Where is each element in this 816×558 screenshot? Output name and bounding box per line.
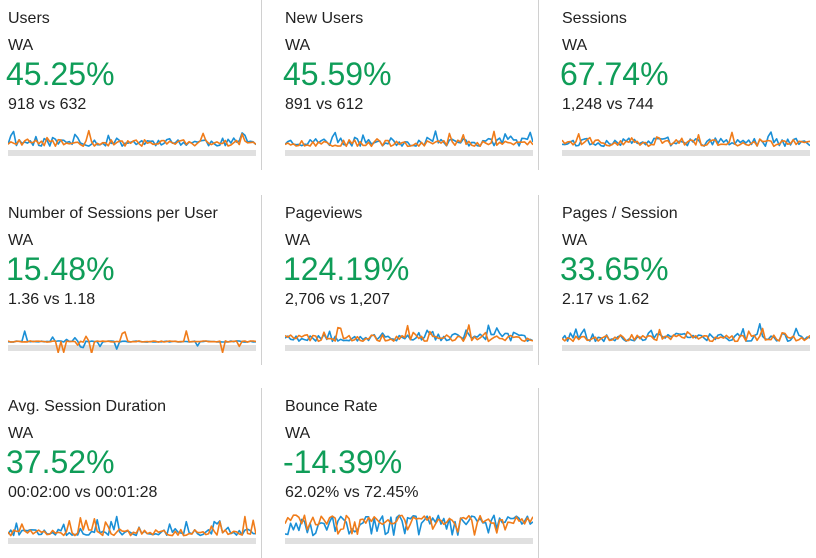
sparkline-baseline [562, 150, 810, 156]
metric-card-pages-per-session[interactable]: Pages / Session WA 33.65% 2.17 vs 1.62 [554, 195, 816, 365]
sparkline [8, 515, 256, 544]
sparkline-series-previous [8, 515, 256, 537]
metric-change: 124.19% [283, 251, 410, 287]
metric-compare: 1,248 vs 744 [562, 96, 654, 113]
sparkline-series-current [562, 323, 810, 343]
metric-segment: WA [8, 232, 34, 249]
metrics-grid: Users WA 45.25% 918 vs 632 New Users WA … [0, 0, 816, 558]
metric-change: 37.52% [6, 444, 115, 480]
sparkline [285, 130, 533, 156]
metric-change: 45.25% [6, 56, 115, 92]
metric-title: Pageviews [285, 205, 363, 222]
metric-compare: 1.36 vs 1.18 [8, 291, 96, 308]
sparkline-baseline [8, 345, 256, 351]
metric-title: Avg. Session Duration [8, 398, 167, 415]
metric-card-users[interactable]: Users WA 45.25% 918 vs 632 [0, 0, 262, 170]
sparkline-baseline [8, 150, 256, 156]
metric-compare: 2,706 vs 1,207 [285, 291, 390, 308]
metric-segment: WA [562, 232, 588, 249]
metric-change: 33.65% [560, 251, 669, 287]
metric-compare: 2.17 vs 1.62 [562, 291, 650, 308]
sparkline [285, 514, 533, 544]
sparkline-baseline [285, 150, 533, 156]
sparkline-series-previous [562, 327, 810, 343]
metric-compare: 918 vs 632 [8, 96, 87, 113]
metric-card-sessions-per-user[interactable]: Number of Sessions per User WA 15.48% 1.… [0, 195, 262, 365]
metric-title: Users [8, 10, 50, 27]
metric-compare: 62.02% vs 72.45% [285, 484, 419, 501]
metric-card-sessions[interactable]: Sessions WA 67.74% 1,248 vs 744 [554, 0, 816, 170]
metric-card-new-users[interactable]: New Users WA 45.59% 891 vs 612 [277, 0, 539, 170]
sparkline-baseline [8, 538, 256, 544]
metric-title: New Users [285, 10, 364, 27]
metric-title: Bounce Rate [285, 398, 378, 415]
sparkline [285, 324, 533, 351]
metric-segment: WA [8, 425, 34, 442]
metric-segment: WA [285, 425, 311, 442]
metric-card-bounce-rate[interactable]: Bounce Rate WA -14.39% 62.02% vs 72.45% [277, 388, 539, 558]
metric-segment: WA [8, 37, 34, 54]
metric-segment: WA [285, 37, 311, 54]
metric-segment: WA [562, 37, 588, 54]
metric-compare: 891 vs 612 [285, 96, 364, 113]
metric-card-pageviews[interactable]: Pageviews WA 124.19% 2,706 vs 1,207 [277, 195, 539, 365]
sparkline-baseline [562, 345, 810, 351]
metric-change: 45.59% [283, 56, 392, 92]
metric-change: -14.39% [283, 444, 403, 480]
metric-title: Pages / Session [562, 205, 678, 222]
sparkline [562, 323, 810, 351]
sparkline [8, 330, 256, 353]
sparkline [562, 131, 810, 156]
sparkline [8, 129, 256, 156]
sparkline-baseline [285, 345, 533, 351]
metric-title: Number of Sessions per User [8, 205, 218, 222]
metric-change: 15.48% [6, 251, 115, 287]
metric-compare: 00:02:00 vs 00:01:28 [8, 484, 158, 501]
sparkline-series-previous [285, 324, 533, 343]
metric-change: 67.74% [560, 56, 669, 92]
metric-segment: WA [285, 232, 311, 249]
sparkline-baseline [285, 538, 533, 544]
metric-card-avg-session-duration[interactable]: Avg. Session Duration WA 37.52% 00:02:00… [0, 388, 262, 558]
metric-title: Sessions [562, 10, 627, 27]
